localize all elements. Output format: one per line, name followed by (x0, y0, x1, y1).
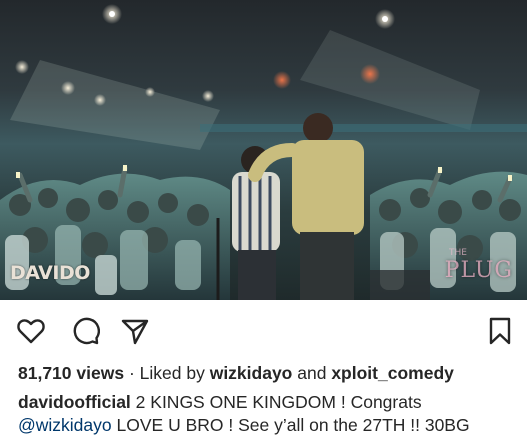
and-label: and (297, 363, 327, 383)
caption-text-2: LOVE U BRO ! See y’all on the 27TH !! 30… (116, 415, 470, 435)
post-action-bar (0, 308, 527, 354)
liker-username-2[interactable]: xploit_comedy (331, 363, 454, 383)
caption-line-1: davidoofficial 2 KINGS ONE KINGDOM ! Con… (18, 391, 517, 413)
the-plug-watermark-small: THE (449, 248, 467, 258)
likes-row: 81,710 views · Liked by wizkidayo and xp… (18, 362, 517, 384)
caption-line-2: @wizkidayo LOVE U BRO ! See y’all on the… (18, 414, 517, 436)
caption-username[interactable]: davidoofficial (18, 392, 131, 412)
comment-icon[interactable] (70, 316, 100, 346)
davido-watermark: DAVIDO (10, 262, 90, 284)
separator: · (128, 363, 135, 383)
heart-icon[interactable] (16, 316, 46, 346)
bookmark-icon[interactable] (485, 316, 515, 346)
caption-text-1: 2 KINGS ONE KINGDOM ! Congrats (135, 392, 422, 412)
post-video[interactable]: DAVIDO THE PLUG (0, 0, 527, 300)
share-icon[interactable] (120, 316, 150, 346)
liked-by-label: Liked by (139, 363, 205, 383)
view-count[interactable]: 81,710 views (18, 363, 124, 383)
liker-username-1[interactable]: wizkidayo (210, 363, 293, 383)
the-plug-watermark: PLUG (444, 258, 513, 283)
concert-scene (0, 4, 527, 300)
caption-mention[interactable]: @wizkidayo (18, 415, 112, 435)
